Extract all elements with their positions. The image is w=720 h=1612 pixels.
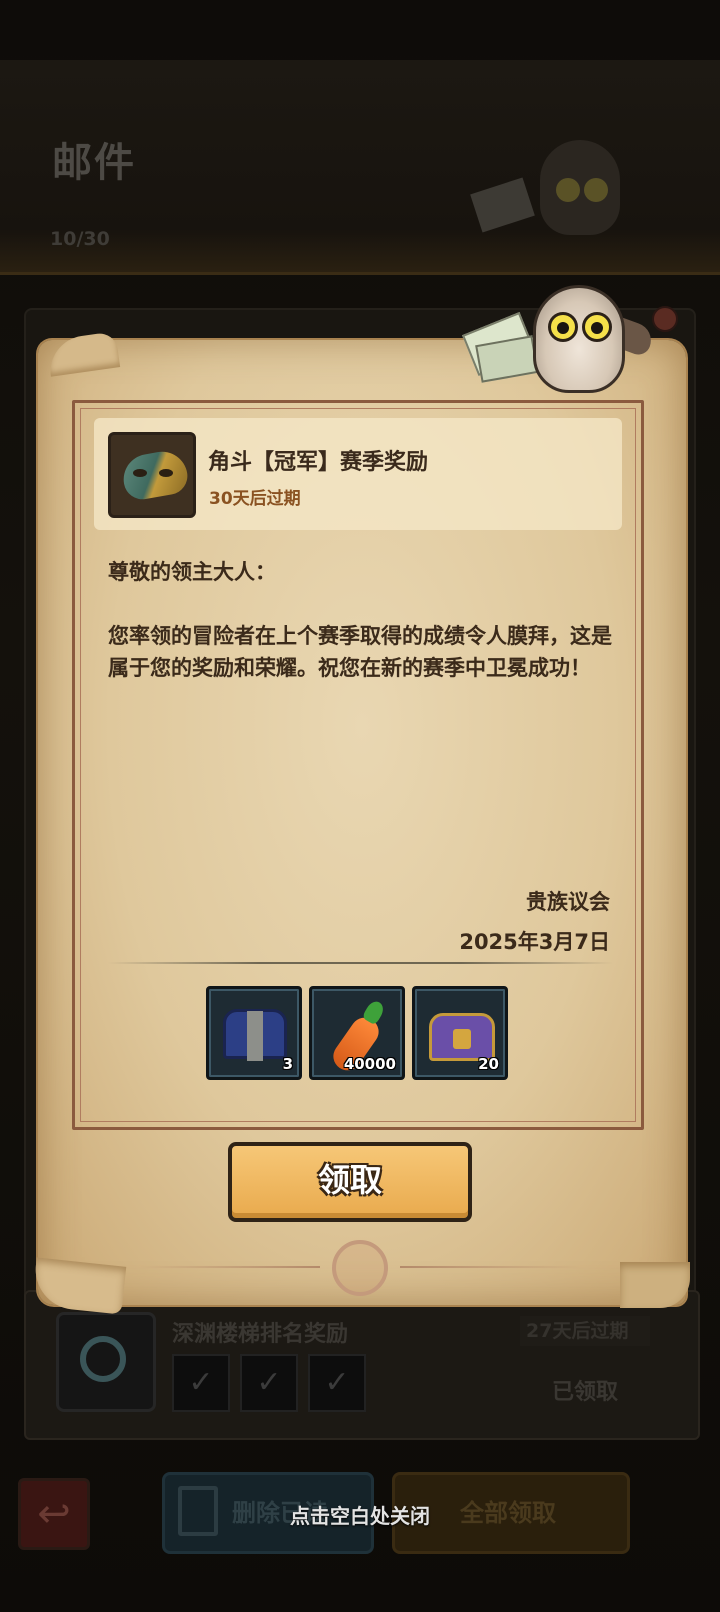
mail-title: 角斗【冠军】赛季奖励 [208, 450, 429, 475]
claimed-check-icon: ✓ [240, 1354, 298, 1412]
mail-body: 您率领的冒险者在上个赛季取得的成绩令人膜拜，这是属于您的奖励和荣耀。祝您在新的赛… [108, 624, 612, 680]
list-item-title: 深渊楼梯排名奖励 [172, 1322, 349, 1347]
ornament-circle [332, 1240, 388, 1296]
owl-mascot-icon [533, 285, 625, 393]
page-title: 邮件 [52, 140, 136, 186]
claim-button[interactable]: 领取 [228, 1142, 472, 1222]
reward-quantity: 40000 [343, 1055, 396, 1073]
mask-eye [133, 469, 147, 477]
chest-band [247, 1011, 263, 1061]
reward-item[interactable]: 3 [206, 986, 302, 1080]
ornament-line [400, 1266, 580, 1268]
header-owl-icon [540, 140, 620, 235]
mail-count: 10/30 [50, 228, 110, 250]
owl-pupil [591, 322, 603, 334]
mask-shape [119, 447, 191, 503]
header-owl-eye-icon [584, 178, 608, 202]
mask-icon [108, 432, 196, 518]
mail-date: 2025年3月7日 [459, 930, 610, 954]
mail-signer: 贵族议会 [526, 890, 610, 914]
scroll-ornament [130, 1240, 590, 1296]
reward-quantity: 3 [282, 1055, 293, 1073]
reward-item[interactable]: 20 [412, 986, 508, 1080]
owl-eye [582, 312, 612, 342]
corner-badge-icon [652, 306, 678, 332]
reward-quantity: 20 [478, 1055, 499, 1073]
list-item-status: 已领取 [552, 1380, 619, 1405]
claimed-check-icon: ✓ [172, 1354, 230, 1412]
owl-eye [548, 312, 578, 342]
mail-greeting: 尊敬的领主大人： [108, 560, 276, 584]
owl-pupil [557, 322, 569, 334]
close-hint[interactable]: 点击空白处关闭 [0, 1500, 720, 1529]
chest-lock [453, 1029, 471, 1049]
ring-icon [80, 1336, 126, 1382]
ornament-line [140, 1266, 320, 1268]
header-owl-eye-icon [556, 178, 580, 202]
list-item-expire: 27天后过期 [520, 1316, 650, 1346]
mask-eye [159, 469, 173, 477]
divider [108, 962, 613, 964]
mail-expire: 30天后过期 [209, 489, 301, 509]
reward-item[interactable]: 40000 [309, 986, 405, 1080]
claimed-check-icon: ✓ [308, 1354, 366, 1412]
